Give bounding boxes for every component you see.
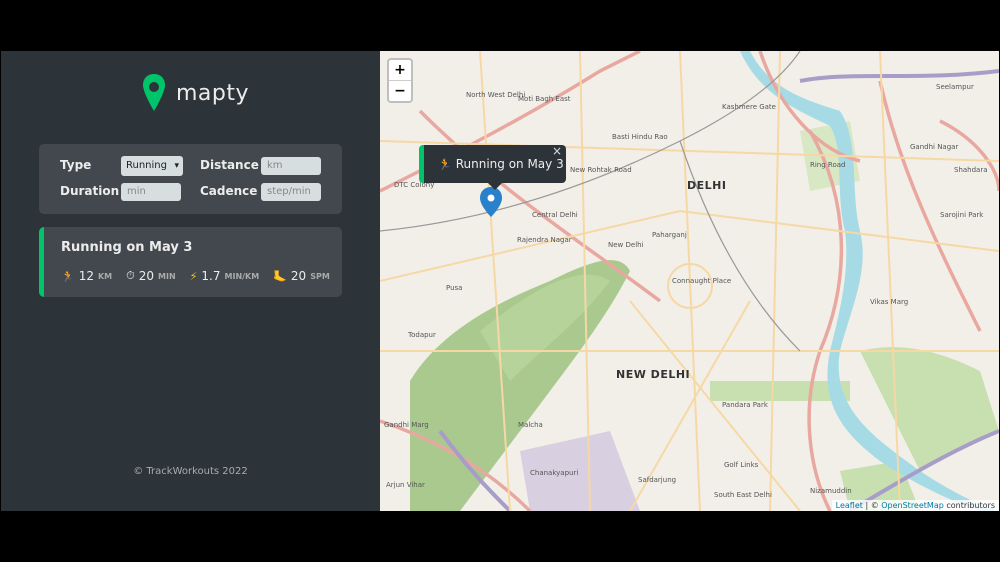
map-label: Todapur: [408, 331, 436, 339]
map-label: Pusa: [446, 284, 463, 292]
logo: mapty: [142, 73, 249, 113]
map-label: Gandhi Nagar: [910, 143, 959, 151]
sidebar: mapty Type Running ▾ Distance km Duratio…: [1, 51, 380, 511]
workout-duration: ⏱ 20 MIN: [126, 269, 176, 283]
attribution-tail: contributors: [943, 501, 995, 510]
duration-unit: MIN: [158, 271, 176, 281]
map-label: Chanakyapuri: [530, 469, 579, 477]
type-select[interactable]: Running ▾: [121, 156, 183, 176]
map-label: Arjun Vihar: [386, 481, 425, 489]
map-label: Kashmere Gate: [722, 103, 776, 111]
map-label: Seelampur: [936, 83, 974, 91]
map-label: Safdarjung: [638, 476, 677, 484]
map-attribution: Leaflet | © OpenStreetMap contributors: [831, 500, 999, 511]
duration-value: 20: [138, 269, 155, 283]
map-label: Gandhi Marg: [384, 421, 429, 429]
map-label: South East Delhi: [714, 491, 772, 499]
footprint-icon: 🦶: [273, 269, 287, 283]
workout-form: Type Running ▾ Distance km Duration min …: [39, 144, 342, 214]
distance-input[interactable]: km: [261, 157, 321, 175]
map-label: Moti Bagh East: [518, 95, 571, 103]
type-select-value: Running: [126, 160, 167, 171]
osm-link[interactable]: OpenStreetMap: [881, 501, 944, 510]
runner-icon: 🏃: [61, 269, 75, 283]
workout-title: Running on May 3: [61, 240, 193, 255]
map-label: Rajendra Nagar: [517, 236, 572, 244]
zoom-out-button[interactable]: −: [389, 80, 411, 101]
map-pin-logo-icon: [143, 74, 165, 111]
cadence-label: Cadence: [200, 184, 258, 198]
leaflet-link[interactable]: Leaflet: [836, 501, 863, 510]
close-icon[interactable]: ×: [552, 144, 562, 158]
map-label: Sarojini Park: [940, 211, 984, 219]
popup-text: Running on May 3: [455, 157, 564, 171]
copyright: © TrackWorkouts 2022: [133, 466, 248, 477]
workout-card[interactable]: Running on May 3 🏃 12 KM ⏱ 20 MIN ⚡ 1.7 …: [39, 227, 342, 297]
cadence-unit: SPM: [310, 271, 330, 281]
map-label: Basti Hindu Rao: [612, 133, 668, 141]
map-label: Paharganj: [652, 231, 687, 239]
app-window: mapty Type Running ▾ Distance km Duratio…: [1, 51, 999, 511]
map-label: Golf Links: [724, 461, 759, 469]
cadence-value: 20: [290, 269, 307, 283]
chevron-down-icon: ▾: [172, 156, 179, 176]
workout-distance: 🏃 12 KM: [61, 269, 112, 283]
map-label: Malcha: [518, 421, 543, 429]
type-label: Type: [60, 158, 92, 172]
map-label: New Rohtak Road: [570, 166, 632, 174]
distance-unit: KM: [97, 271, 113, 281]
attribution-separator: | ©: [862, 501, 882, 510]
map-label: North West Delhi: [466, 91, 526, 99]
workout-popup[interactable]: 🏃 Running on May 3 ×: [419, 144, 566, 190]
workout-cadence: 🦶 20 SPM: [273, 269, 330, 283]
popup-tip: [488, 183, 502, 190]
lightning-icon: ⚡: [189, 269, 198, 283]
workout-pace: ⚡ 1.7 MIN/KM: [190, 269, 260, 283]
map-label: Central Delhi: [532, 211, 578, 219]
map-label: Pandara Park: [722, 401, 768, 409]
map-label: Ring Road: [810, 161, 846, 169]
duration-input[interactable]: min: [121, 183, 181, 201]
pace-unit: MIN/KM: [224, 271, 260, 281]
map-label: Nizamuddin: [810, 487, 852, 495]
map-label-new-delhi: NEW DELHI: [616, 368, 691, 381]
workout-details: 🏃 12 KM ⏱ 20 MIN ⚡ 1.7 MIN/KM 🦶 20 SPM: [61, 269, 330, 283]
runner-icon: 🏃: [438, 157, 452, 171]
zoom-control: + −: [387, 58, 413, 103]
duration-label: Duration: [60, 184, 120, 198]
distance-label: Distance: [200, 158, 259, 172]
stopwatch-icon: ⏱: [126, 269, 135, 282]
cadence-input[interactable]: step/min: [261, 183, 321, 201]
map-label: Shahdara: [954, 166, 988, 174]
pace-value: 1.7: [201, 269, 221, 283]
map-label-delhi: DELHI: [687, 179, 727, 192]
distance-value: 12: [78, 269, 94, 283]
zoom-in-button[interactable]: +: [389, 60, 411, 80]
map-label: Vikas Marg: [870, 298, 909, 306]
logo-text: mapty: [176, 80, 250, 106]
map[interactable]: DELHI NEW DELHI Moti Bagh East Kashmere …: [380, 51, 999, 511]
map-label: Connaught Place: [672, 277, 732, 285]
map-label: New Delhi: [608, 241, 644, 249]
